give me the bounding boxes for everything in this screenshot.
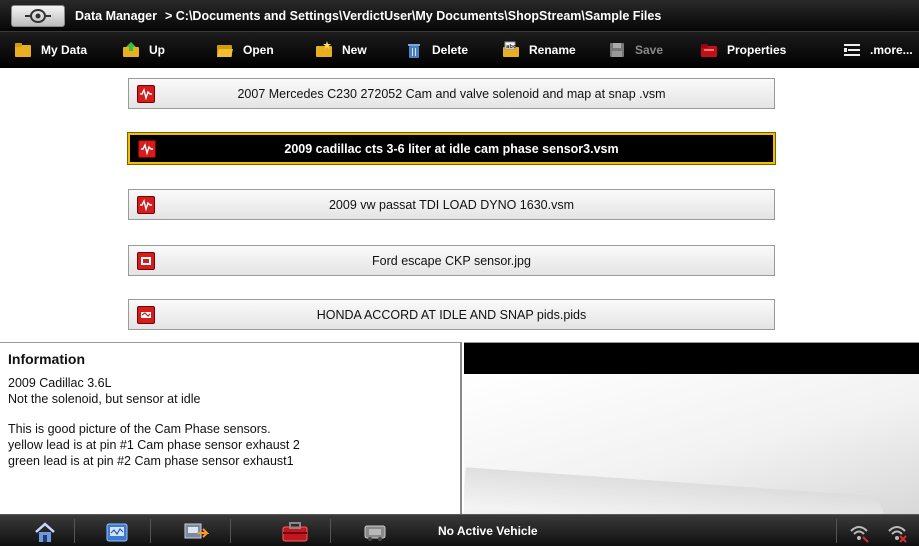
info-line: Not the solenoid, but sensor at idle: [8, 392, 201, 406]
rename-button[interactable]: abc Rename: [502, 32, 576, 68]
current-path: > C:\Documents and Settings\VerdictUser\…: [164, 8, 662, 23]
rename-label: Rename: [529, 43, 576, 57]
svg-text:abc: abc: [506, 44, 516, 50]
delete-label: Delete: [432, 43, 469, 57]
up-button[interactable]: Up: [122, 32, 165, 68]
folder-open-icon: [216, 41, 234, 59]
info-line: green lead is at pin #2 Cam phase sensor…: [8, 454, 294, 468]
save-button[interactable]: Save: [608, 32, 663, 68]
save-label: Save: [635, 43, 664, 57]
more-menu-icon: [843, 41, 861, 59]
waveform-file-icon: [138, 139, 156, 158]
file-name: 2009 cadillac cts 3-6 liter at idle cam …: [284, 141, 619, 156]
waveform-file-icon: [137, 84, 155, 103]
folder-up-icon: [122, 41, 140, 59]
new-label: New: [342, 43, 367, 57]
waveform-file-icon: [137, 195, 155, 214]
file-item[interactable]: Ford escape CKP sensor.jpg: [128, 245, 775, 276]
scanner-icon[interactable]: [98, 519, 136, 545]
file-item[interactable]: 2009 vw passat TDI LOAD DYNO 1630.vsm: [128, 189, 775, 220]
info-line: This is good picture of the Cam Phase se…: [8, 422, 271, 436]
information-title: Information: [8, 351, 85, 367]
more-button[interactable]: .more...: [843, 32, 913, 68]
image-file-icon: [137, 251, 155, 270]
my-data-button[interactable]: My Data: [14, 32, 87, 68]
file-name: 2009 vw passat TDI LOAD DYNO 1630.vsm: [328, 197, 574, 212]
more-label: .more...: [870, 43, 913, 57]
trash-icon: [405, 41, 423, 59]
vehicle-status: No Active Vehicle: [438, 524, 538, 538]
file-name: Ford escape CKP sensor.jpg: [372, 253, 531, 268]
wireless-connection-icon[interactable]: [878, 519, 916, 545]
snapon-logo-icon[interactable]: [11, 4, 65, 27]
my-data-label: My Data: [41, 43, 88, 57]
file-item-selected[interactable]: 2009 cadillac cts 3-6 liter at idle cam …: [127, 132, 776, 165]
properties-button[interactable]: Properties: [700, 32, 786, 68]
wifi-signal-icon[interactable]: [840, 519, 878, 545]
window-title: Data Manager > C:\Documents and Settings\…: [75, 9, 661, 23]
information-panel: Information 2009 Cadillac 3.6L Not the s…: [0, 342, 462, 514]
taskbar: No Active Vehicle: [0, 514, 919, 546]
properties-label: Properties: [727, 43, 787, 57]
preview-header: [464, 343, 919, 374]
properties-icon: [700, 41, 718, 59]
up-label: Up: [149, 43, 165, 57]
preview-image: [464, 374, 919, 514]
title-bar: Data Manager > C:\Documents and Settings\…: [0, 0, 919, 31]
vehicle-icon[interactable]: [356, 519, 394, 545]
home-icon[interactable]: [26, 519, 64, 545]
toolbox-icon[interactable]: [276, 519, 314, 545]
data-transfer-icon[interactable]: [176, 519, 214, 545]
rename-icon: abc: [502, 41, 520, 59]
info-line: yellow lead is at pin #1 Cam phase senso…: [8, 438, 300, 452]
file-name: HONDA ACCORD AT IDLE AND SNAP pids.pids: [316, 307, 587, 322]
new-folder-icon: [315, 41, 333, 59]
file-item[interactable]: HONDA ACCORD AT IDLE AND SNAP pids.pids: [128, 299, 775, 330]
save-icon: [608, 41, 626, 59]
preview-panel: [464, 342, 919, 514]
toolbar: My Data Up Open New Delete abc Rename Sa…: [0, 31, 919, 68]
open-button[interactable]: Open: [216, 32, 274, 68]
delete-button[interactable]: Delete: [405, 32, 468, 68]
folder-icon: [14, 41, 32, 59]
pids-file-icon: [137, 305, 155, 324]
file-item[interactable]: 2007 Mercedes C230 272052 Cam and valve …: [128, 78, 775, 109]
file-name: 2007 Mercedes C230 272052 Cam and valve …: [237, 86, 666, 101]
new-button[interactable]: New: [315, 32, 367, 68]
open-label: Open: [243, 43, 274, 57]
file-list: 2007 Mercedes C230 272052 Cam and valve …: [0, 68, 919, 342]
info-line: 2009 Cadillac 3.6L: [8, 376, 112, 390]
app-title: Data Manager: [75, 8, 157, 23]
